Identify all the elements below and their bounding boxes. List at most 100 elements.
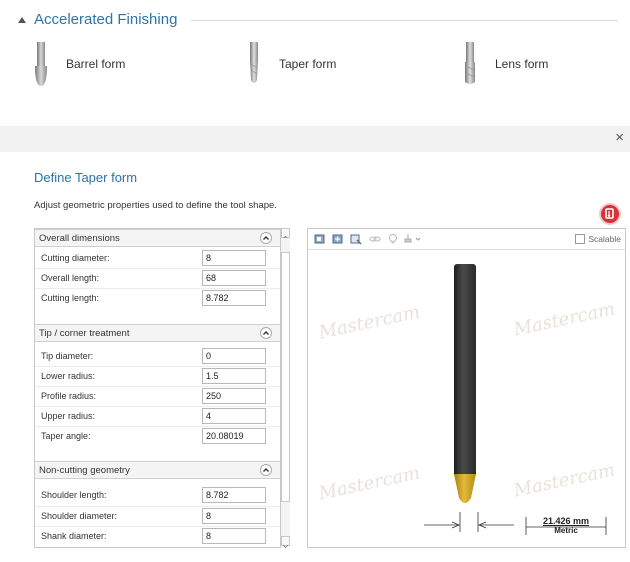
row-divider (35, 526, 280, 527)
view-options-icon[interactable] (350, 233, 362, 245)
prop-row-shoulder-diameter: Shoulder diameter: (35, 508, 280, 526)
prop-row-shank-diameter: Shank diameter: (35, 528, 280, 546)
prop-row-cutting-length: Cutting length: (35, 290, 280, 308)
property-panel: Overall dimensions Cutting diameter: Ove… (34, 228, 281, 548)
lower-radius-field[interactable] (202, 368, 266, 384)
chevron-up-icon (263, 468, 269, 472)
stamp-dropdown-icon[interactable] (403, 233, 421, 245)
group-header-overall-dimensions[interactable]: Overall dimensions (35, 229, 280, 247)
row-divider (35, 386, 280, 387)
profile-radius-field[interactable] (202, 388, 266, 404)
tool-preview-panel: Scalable Mastercam Mastercam Mastercam M… (307, 228, 626, 548)
shank-diameter-field[interactable] (202, 528, 266, 544)
collapse-group-button[interactable] (260, 464, 272, 476)
group-header-non-cutting-geometry[interactable]: Non-cutting geometry (35, 461, 280, 479)
gallery-item-label: Barrel form (66, 57, 126, 71)
collapse-group-button[interactable] (260, 327, 272, 339)
row-divider (35, 506, 280, 507)
preview-toolbar: Scalable (308, 229, 625, 250)
overall-length-field[interactable] (202, 270, 266, 286)
section-title: Accelerated Finishing (34, 10, 178, 28)
row-divider (35, 406, 280, 407)
arrow-down-icon (282, 544, 289, 549)
scroll-up-button[interactable] (281, 228, 290, 240)
scalable-checkbox[interactable] (575, 234, 586, 244)
link-icon[interactable] (369, 233, 381, 245)
row-divider (35, 288, 280, 289)
row-divider (35, 268, 280, 269)
tool-shank (454, 264, 476, 475)
fit-view-icon[interactable] (314, 233, 326, 245)
prop-label: Cutting diameter: (41, 253, 110, 263)
dimension-value: 21.426 mm (542, 516, 590, 526)
prop-label: Overall length: (41, 273, 100, 283)
prop-label: Lower radius: (41, 371, 96, 381)
section-header[interactable]: Accelerated Finishing (18, 8, 618, 30)
zoom-view-icon[interactable] (332, 233, 344, 245)
tool-tip (454, 474, 476, 503)
taper-form-tool-icon (250, 42, 258, 83)
gallery-item-barrel-form[interactable]: Barrel form (34, 42, 125, 86)
gallery-item-label: Lens form (495, 57, 549, 71)
watermark: Mastercam (511, 298, 617, 341)
prop-row-taper-angle: Taper angle: (35, 428, 280, 446)
dialog-title: Define Taper form (34, 170, 138, 185)
prop-row-lower-radius: Lower radius: (35, 368, 280, 386)
property-scrollbar[interactable] (281, 228, 290, 549)
prop-label: Profile radius: (41, 391, 97, 401)
collapse-triangle-icon[interactable] (18, 16, 26, 23)
close-icon[interactable]: × (615, 129, 624, 146)
chevron-up-icon (263, 331, 269, 335)
dialog-title-bar: × (0, 126, 630, 152)
prop-row-tip-diameter: Tip diameter: (35, 348, 280, 366)
prop-row-profile-radius: Profile radius: (35, 388, 280, 406)
taper-angle-field[interactable] (202, 428, 266, 444)
upper-radius-field[interactable] (202, 408, 266, 424)
light-bulb-icon[interactable] (387, 233, 399, 245)
barrel-form-tool-icon (35, 42, 47, 86)
help-icon (605, 208, 614, 219)
group-header-tip-corner-treatment[interactable]: Tip / corner treatment (35, 324, 280, 342)
gallery-item-taper-form[interactable]: Taper form (247, 42, 336, 86)
watermark: Mastercam (316, 301, 422, 344)
scroll-track[interactable] (281, 238, 290, 536)
prop-label: Shoulder length: (41, 490, 107, 500)
scroll-thumb[interactable] (281, 252, 290, 502)
shoulder-diameter-field[interactable] (202, 508, 266, 524)
prop-label: Cutting length: (41, 293, 100, 303)
scalable-label: Scalable (588, 234, 621, 244)
scroll-down-button[interactable] (281, 536, 290, 549)
watermark: Mastercam (511, 459, 617, 502)
prop-label: Taper angle: (41, 431, 91, 441)
prop-label: Shoulder diameter: (41, 511, 118, 521)
row-divider (35, 366, 280, 367)
prop-label: Upper radius: (41, 411, 96, 421)
tool-gallery: Accelerated Finishing Barrel form Taper … (0, 0, 630, 110)
scalable-toggle[interactable]: Scalable (575, 234, 621, 244)
dimension-unit: Metric (554, 526, 578, 535)
gallery-item-lens-form[interactable]: Lens form (463, 42, 548, 86)
prop-row-overall-length: Overall length: (35, 270, 280, 288)
section-divider (191, 19, 618, 21)
group-title: Tip / corner treatment (39, 328, 130, 339)
cutting-diameter-field[interactable] (202, 250, 266, 266)
dialog-description: Adjust geometric properties used to defi… (34, 200, 277, 211)
dimension-arrows (424, 512, 514, 532)
cutting-length-field[interactable] (202, 290, 266, 306)
help-button[interactable] (599, 203, 621, 225)
watermark: Mastercam (316, 462, 422, 505)
shoulder-length-field[interactable] (202, 487, 266, 503)
prop-row-shoulder-length: Shoulder length: (35, 487, 280, 505)
row-divider (35, 426, 280, 427)
dimension-readout: 21.426 mm Metric (524, 516, 608, 535)
prop-label: Tip diameter: (41, 351, 94, 361)
prop-row-cutting-diameter: Cutting diameter: (35, 250, 280, 268)
prop-row-upper-radius: Upper radius: (35, 408, 280, 426)
gallery-item-label: Taper form (279, 57, 337, 71)
tip-diameter-field[interactable] (202, 348, 266, 364)
lens-form-tool-icon (465, 42, 475, 84)
collapse-group-button[interactable] (260, 232, 272, 244)
chevron-up-icon (263, 236, 269, 240)
group-title: Overall dimensions (39, 233, 120, 244)
prop-label: Shank diameter: (41, 531, 107, 541)
